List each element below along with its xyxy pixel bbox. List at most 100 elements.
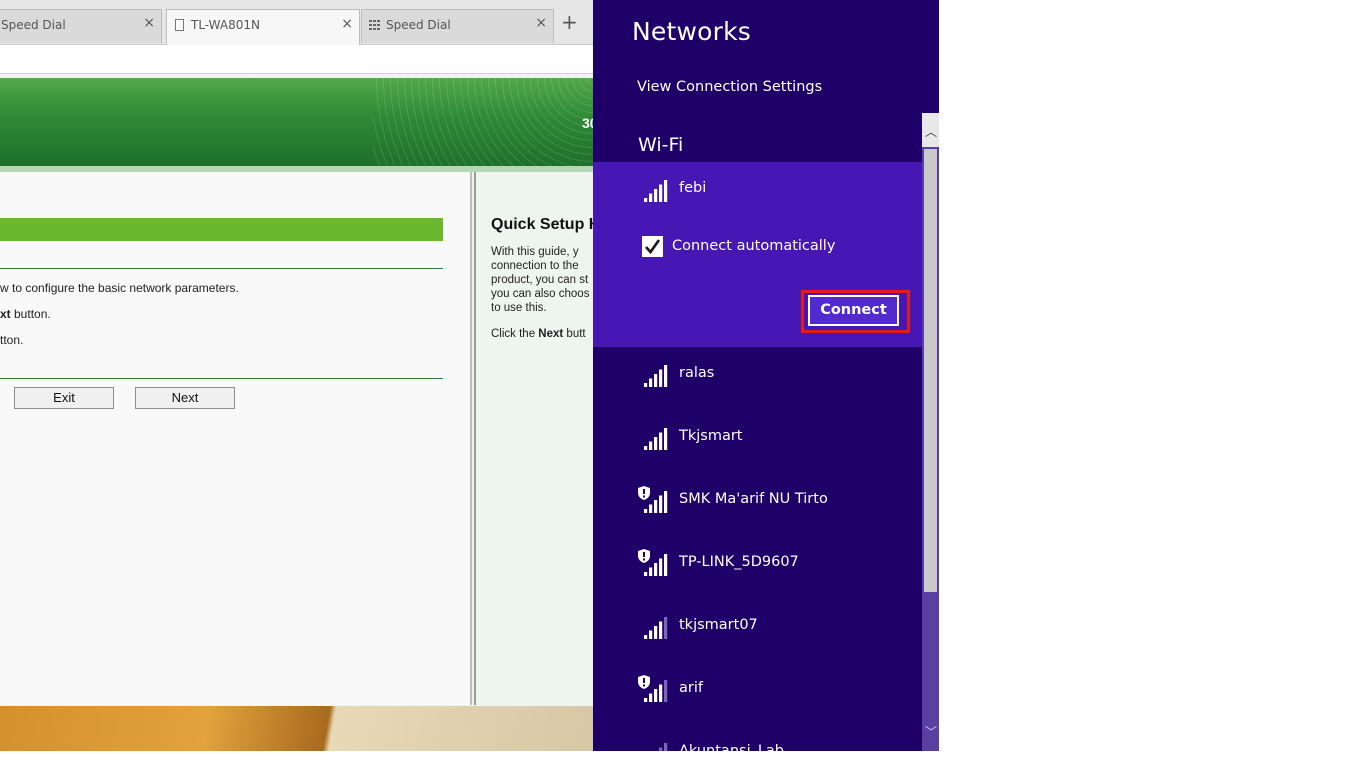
browser-window: Speed Dial × TL-WA801N × Speed Dial × + … <box>0 0 593 751</box>
wifi-signal-icon <box>644 428 668 450</box>
signal-bar <box>664 743 668 751</box>
checkmark-icon <box>645 239 661 255</box>
networks-panel: Networks View Connection Settings Wi-Fi … <box>593 0 939 751</box>
network-list: febi Connect automatically Connect ralas… <box>593 162 922 751</box>
tab-title: Speed Dial <box>386 18 451 32</box>
wifi-signal-icon <box>644 365 668 387</box>
network-item[interactable]: SMK Ma'arif NU Tirto <box>593 473 922 536</box>
wifi-signal-icon <box>644 680 668 702</box>
signal-bar <box>654 437 658 450</box>
signal-bar <box>644 698 648 702</box>
signal-bar <box>664 491 668 513</box>
scrollbar[interactable]: ︿ ﹀ <box>922 113 939 751</box>
tab-speed-dial-2[interactable]: Speed Dial × <box>361 9 554 43</box>
signal-bar <box>659 369 663 387</box>
connect-button[interactable]: Connect <box>808 295 899 326</box>
signal-bar <box>649 193 653 202</box>
signal-bar <box>644 635 648 639</box>
wifi-section-header: Wi-Fi <box>638 134 684 156</box>
signal-bar <box>664 180 668 202</box>
desktop-wallpaper <box>0 706 593 751</box>
signal-bar <box>654 626 658 639</box>
instruction-text: button. <box>10 307 51 321</box>
signal-bar <box>649 693 653 702</box>
address-bar[interactable] <box>0 45 593 74</box>
close-icon[interactable]: × <box>341 16 353 32</box>
signal-bar <box>644 383 648 387</box>
signal-bar <box>654 563 658 576</box>
close-icon[interactable]: × <box>535 15 547 31</box>
network-name: tkjsmart07 <box>679 617 758 633</box>
tab-tl-wa801n[interactable]: TL-WA801N × <box>166 9 360 45</box>
signal-bar <box>659 558 663 576</box>
signal-bar <box>664 365 668 387</box>
scroll-thumb[interactable] <box>924 149 937 592</box>
scroll-down-button[interactable]: ﹀ <box>922 715 939 751</box>
wifi-signal-icon <box>644 554 668 576</box>
router-banner: 30 <box>0 78 593 166</box>
signal-bar <box>644 198 648 202</box>
help-line: to use this. <box>491 302 547 314</box>
network-item[interactable]: ralas <box>593 347 922 410</box>
network-name: febi <box>679 180 707 196</box>
network-name: SMK Ma'arif NU Tirto <box>679 491 828 507</box>
signal-bar <box>644 446 648 450</box>
signal-bar <box>664 554 668 576</box>
help-line: With this guide, y <box>491 246 579 258</box>
signal-bar <box>659 621 663 639</box>
banner-text: 30 <box>582 115 593 131</box>
help-title: Quick Setup H <box>491 216 593 233</box>
panel-title: Networks <box>632 17 752 46</box>
instruction-line-2: xt button. <box>0 307 51 321</box>
signal-bar <box>649 378 653 387</box>
help-line: you can also choos <box>491 288 590 300</box>
tab-speed-dial-1[interactable]: Speed Dial × <box>0 9 162 43</box>
network-item-febi[interactable]: febi Connect automatically Connect <box>593 162 922 347</box>
signal-bar <box>659 432 663 450</box>
new-tab-button[interactable]: + <box>561 12 578 32</box>
tab-title: TL-WA801N <box>191 18 260 32</box>
divider <box>0 268 443 269</box>
network-item[interactable]: Akuntansi_Lab <box>593 725 922 751</box>
instruction-line-1: w to configure the basic network paramet… <box>0 281 239 295</box>
chevron-up-icon: ︿ <box>925 125 938 139</box>
divider <box>0 378 443 379</box>
signal-bar <box>649 441 653 450</box>
signal-bar <box>649 567 653 576</box>
signal-bar <box>649 504 653 513</box>
tab-title: Speed Dial <box>1 18 66 32</box>
close-icon[interactable]: × <box>143 15 155 31</box>
network-name: arif <box>679 680 703 696</box>
grid-icon <box>369 20 381 30</box>
network-item[interactable]: Tkjsmart <box>593 410 922 473</box>
help-click-line: Click the Next butt <box>491 328 586 340</box>
wifi-signal-icon <box>644 491 668 513</box>
instruction-bold: xt <box>0 307 11 321</box>
signal-bar <box>649 630 653 639</box>
signal-bar <box>654 374 658 387</box>
network-item[interactable]: TP-LINK_5D9607 <box>593 536 922 599</box>
connect-automatically-checkbox[interactable] <box>642 236 663 257</box>
signal-bar <box>664 428 668 450</box>
help-frame: Quick Setup H With this guide, y connect… <box>474 172 593 705</box>
scroll-up-button[interactable]: ︿ <box>922 113 939 147</box>
help-bold: Next <box>538 328 564 340</box>
instruction-line-3: tton. <box>0 333 24 347</box>
network-name: ralas <box>679 365 715 381</box>
help-text: butt <box>563 328 586 340</box>
signal-bar <box>654 689 658 702</box>
view-connection-settings-link[interactable]: View Connection Settings <box>637 79 822 95</box>
help-text: Click the <box>491 328 539 340</box>
next-button[interactable]: Next <box>135 387 235 409</box>
network-item[interactable]: tkjsmart07 <box>593 599 922 662</box>
network-name: Tkjsmart <box>679 428 743 444</box>
network-name: TP-LINK_5D9607 <box>679 554 799 570</box>
exit-button[interactable]: Exit <box>14 387 114 409</box>
network-name: Akuntansi_Lab <box>679 743 785 751</box>
signal-bar <box>644 572 648 576</box>
help-line: connection to the <box>491 260 579 272</box>
signal-bar <box>654 500 658 513</box>
chevron-down-icon: ﹀ <box>925 725 938 739</box>
network-item[interactable]: arif <box>593 662 922 725</box>
quick-setup-frame: w to configure the basic network paramet… <box>0 172 472 705</box>
